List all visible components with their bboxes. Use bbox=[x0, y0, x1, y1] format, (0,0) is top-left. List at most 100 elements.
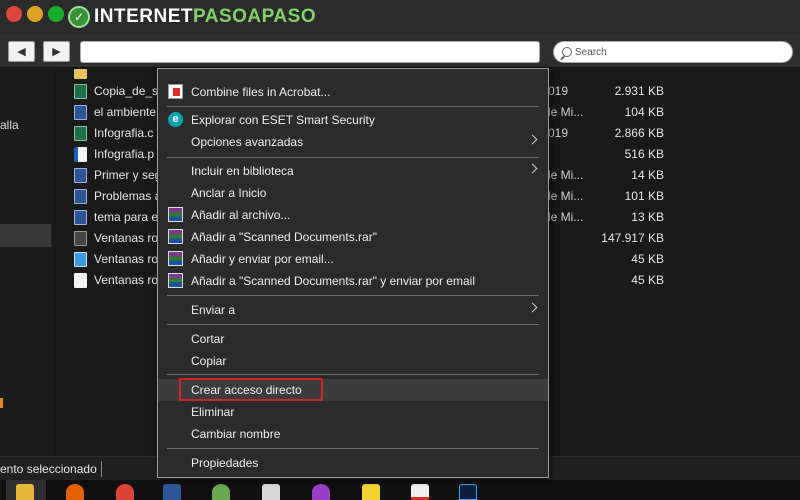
word-icon bbox=[74, 105, 87, 120]
maximize-window-button[interactable] bbox=[48, 6, 64, 22]
taskbar bbox=[0, 480, 800, 500]
menu-item-label: Añadir al archivo... bbox=[191, 208, 291, 222]
menu-item-label: Explorar con ESET Smart Security bbox=[191, 113, 375, 127]
image-icon bbox=[74, 252, 87, 267]
close-window-button[interactable] bbox=[6, 6, 22, 22]
search-placeholder: Search bbox=[575, 46, 607, 58]
menu-item-label: Cortar bbox=[191, 332, 225, 346]
logo-text-accent: PASOAPASO bbox=[193, 6, 317, 27]
forward-arrow-icon: ▶ bbox=[52, 46, 61, 58]
menu-item-label: Añadir a "Scanned Documents.rar" bbox=[191, 230, 377, 244]
excel-icon bbox=[74, 84, 87, 99]
file-name: Ventanas ro bbox=[94, 273, 159, 287]
menu-item-label: Añadir a "Scanned Documents.rar" y envia… bbox=[191, 274, 475, 288]
menu-item-advanced-options[interactable]: Opciones avanzadas bbox=[158, 131, 548, 153]
menu-item-label: Copiar bbox=[191, 354, 227, 368]
file-size: 2.866 KB bbox=[614, 126, 664, 140]
logo-icon: ✓ bbox=[68, 6, 90, 28]
menu-separator bbox=[167, 295, 539, 296]
winrar-icon bbox=[168, 251, 183, 266]
file-size: 14 KB bbox=[631, 168, 664, 182]
file-explorer-icon[interactable] bbox=[16, 484, 34, 500]
menu-item-label: Añadir y enviar por email... bbox=[191, 252, 334, 266]
document-icon[interactable] bbox=[262, 484, 280, 500]
file-size: 45 KB bbox=[631, 273, 664, 287]
menu-separator bbox=[167, 157, 539, 158]
forward-button[interactable]: ▶ bbox=[43, 41, 70, 62]
file-name: Copia_de_se bbox=[94, 84, 165, 98]
word-icon bbox=[74, 168, 87, 183]
chevron-right-icon bbox=[527, 134, 538, 145]
chrome-icon[interactable] bbox=[116, 484, 134, 500]
media-icon[interactable] bbox=[312, 484, 330, 500]
menu-item-copy[interactable]: Copiar bbox=[158, 350, 548, 372]
menu-item-combine-acrobat[interactable]: Combine files in Acrobat... bbox=[158, 81, 548, 103]
winrar-icon bbox=[168, 229, 183, 244]
file-name: Problemas a bbox=[94, 189, 162, 203]
word-icon[interactable] bbox=[163, 484, 181, 500]
folder-icon bbox=[74, 69, 87, 79]
file-size: 101 KB bbox=[624, 189, 664, 203]
chevron-right-icon bbox=[527, 163, 538, 174]
menu-separator bbox=[167, 374, 539, 375]
site-logo: ✓ INTERNETPASOAPASO bbox=[68, 4, 316, 30]
app-icon[interactable] bbox=[212, 484, 230, 500]
menu-item-label: Eliminar bbox=[191, 405, 235, 419]
menu-item-add-email[interactable]: Añadir y enviar por email... bbox=[158, 248, 548, 270]
winrar-icon bbox=[168, 207, 183, 222]
minimize-window-button[interactable] bbox=[27, 6, 43, 22]
file-name: el ambiente bbox=[94, 105, 157, 119]
navigation-pane-label[interactable]: alla bbox=[0, 118, 19, 132]
navigation-pane-selected-item[interactable] bbox=[0, 224, 51, 247]
menu-item-label: Crear acceso directo bbox=[191, 383, 302, 397]
menu-separator bbox=[167, 448, 539, 449]
menu-item-add-rar-email[interactable]: Añadir a "Scanned Documents.rar" y envia… bbox=[158, 270, 548, 292]
menu-item-eset-scan[interactable]: e Explorar con ESET Smart Security bbox=[158, 109, 548, 131]
navigation-bar: ◀ ▶ Search bbox=[0, 34, 800, 68]
file-size: 45 KB bbox=[631, 252, 664, 266]
file-name: Infografia.p bbox=[94, 147, 155, 161]
search-field[interactable]: Search bbox=[553, 41, 793, 63]
status-text: ento seleccionado bbox=[0, 462, 97, 476]
menu-item-pin-start[interactable]: Anclar a Inicio bbox=[158, 182, 548, 204]
logo-text-main: INTERNET bbox=[94, 6, 193, 27]
menu-item-add-rar[interactable]: Añadir a "Scanned Documents.rar" bbox=[158, 226, 548, 248]
menu-item-add-archive[interactable]: Añadir al archivo... bbox=[158, 204, 548, 226]
back-button[interactable]: ◀ bbox=[8, 41, 35, 62]
menu-item-cut[interactable]: Cortar bbox=[158, 328, 548, 350]
file-date: le Mi... bbox=[548, 189, 584, 203]
file-name: Primer y seg bbox=[94, 168, 162, 182]
photoshop-icon[interactable] bbox=[459, 484, 477, 500]
context-menu: Combine files in Acrobat... e Explorar c… bbox=[157, 68, 549, 478]
address-bar[interactable] bbox=[80, 41, 540, 63]
file-date: 019 bbox=[548, 84, 569, 98]
word-icon bbox=[74, 210, 87, 225]
menu-separator bbox=[167, 106, 539, 107]
acrobat-icon[interactable] bbox=[411, 484, 429, 500]
title-bar: ✓ INTERNETPASOAPASO bbox=[0, 0, 800, 34]
menu-separator bbox=[167, 324, 539, 325]
menu-item-rename[interactable]: Cambiar nombre bbox=[158, 423, 548, 445]
file-size: 2.931 KB bbox=[614, 84, 664, 98]
video-icon bbox=[74, 231, 87, 246]
file-size: 104 KB bbox=[624, 105, 664, 119]
menu-item-delete[interactable]: Eliminar bbox=[158, 401, 548, 423]
menu-item-label: Propiedades bbox=[191, 456, 259, 470]
menu-item-properties[interactable]: Propiedades bbox=[158, 452, 548, 474]
menu-item-label: Combine files in Acrobat... bbox=[191, 85, 331, 99]
notes-icon[interactable] bbox=[362, 484, 380, 500]
pdf-icon bbox=[74, 147, 87, 162]
file-date: 019 bbox=[548, 126, 569, 140]
screen: ✓ INTERNETPASOAPASO ◀ ▶ Search alla Copi… bbox=[0, 0, 800, 500]
menu-item-send-to[interactable]: Enviar a bbox=[158, 299, 548, 321]
status-divider bbox=[101, 461, 102, 477]
firefox-icon[interactable] bbox=[66, 484, 84, 500]
file-date: le Mi... bbox=[548, 105, 584, 119]
menu-item-include-library[interactable]: Incluir en biblioteca bbox=[158, 160, 548, 182]
menu-item-label: Cambiar nombre bbox=[191, 427, 281, 441]
menu-item-create-shortcut[interactable]: Crear acceso directo bbox=[158, 378, 548, 401]
file-size: 516 KB bbox=[624, 147, 664, 161]
file-name: Infografia.c bbox=[94, 126, 154, 140]
excel-icon bbox=[74, 126, 87, 141]
menu-item-label: Incluir en biblioteca bbox=[191, 164, 294, 178]
